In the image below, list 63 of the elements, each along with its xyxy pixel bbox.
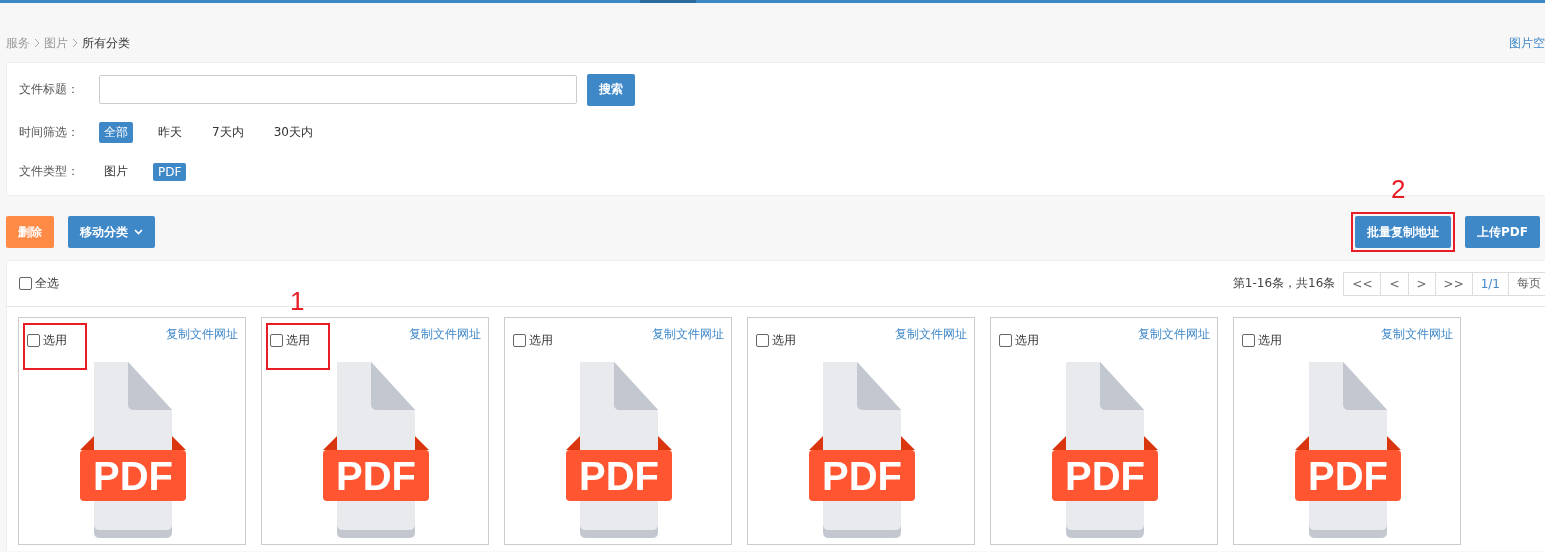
pagination-button[interactable]: >> [1434, 271, 1472, 296]
toolbar-button[interactable]: 批量复制地址 [1355, 216, 1452, 248]
header-link[interactable]: 图片空 [1509, 34, 1545, 52]
breadcrumb-item: 所有分类 [82, 34, 130, 52]
file-type-label: PDF [336, 454, 416, 498]
page-indicator[interactable]: 1/1 [1471, 271, 1508, 296]
file-type-label: PDF [1065, 454, 1145, 498]
title-input-field[interactable] [99, 75, 577, 104]
breadcrumb-item[interactable]: 图片 [44, 34, 68, 52]
checkbox[interactable] [27, 333, 40, 347]
pagination-button[interactable]: << [1343, 271, 1381, 296]
filter-option[interactable]: 30天内 [268, 122, 318, 143]
annotation-number: 1 [290, 288, 305, 314]
copy-link[interactable]: 复制文件网址 [895, 326, 967, 360]
copy-link[interactable]: 复制文件网址 [166, 326, 238, 360]
chevron-icon [34, 38, 40, 48]
per-page-selector[interactable]: 每页 [1508, 271, 1545, 296]
document-icon [809, 362, 915, 538]
breadcrumb-item[interactable]: 服务 [6, 34, 30, 52]
document-icon [80, 362, 186, 538]
search-button[interactable]: 搜索 [587, 73, 635, 106]
checkbox-label: 选用 [1258, 331, 1282, 349]
file-type-label: PDF [579, 454, 659, 498]
toolbar-button[interactable]: 移动分类 [68, 216, 155, 248]
filter-option[interactable]: 全部 [99, 122, 133, 143]
pagination-button[interactable]: < [1380, 271, 1408, 296]
filter-label: 文件类型： [19, 163, 80, 180]
copy-link[interactable]: 复制文件网址 [409, 326, 481, 360]
document-icon [1295, 362, 1401, 538]
checkbox[interactable] [999, 333, 1012, 347]
checkbox[interactable] [756, 333, 769, 347]
toolbar-button[interactable]: 上传PDF [1465, 216, 1540, 248]
field-label: 文件标题： [19, 81, 80, 98]
checkbox-label: 选用 [286, 331, 310, 349]
pagination-summary: 第1-16条，共16条 [1232, 275, 1336, 292]
filter-option[interactable]: 昨天 [153, 122, 187, 143]
checkbox[interactable] [513, 333, 526, 347]
checkbox[interactable] [1242, 333, 1255, 347]
checkbox-label: 选用 [772, 331, 796, 349]
document-icon [1052, 362, 1158, 538]
checkbox[interactable] [19, 277, 32, 290]
file-type-label: PDF [93, 454, 173, 498]
copy-link[interactable]: 复制文件网址 [1138, 326, 1210, 360]
checkbox-label: 选用 [43, 331, 67, 349]
copy-link[interactable]: 复制文件网址 [652, 326, 724, 360]
checkbox-label: 全选 [35, 275, 59, 292]
copy-link[interactable]: 复制文件网址 [1381, 326, 1453, 360]
filter-option[interactable]: PDF [153, 162, 187, 181]
chevron-icon [72, 38, 78, 48]
file-type-label: PDF [1308, 454, 1388, 498]
filter-label: 时间筛选： [19, 124, 80, 141]
filter-option[interactable]: 7天内 [207, 122, 249, 143]
file-type-label: PDF [822, 454, 902, 498]
checkbox[interactable] [270, 333, 283, 347]
checkbox-label: 选用 [529, 331, 553, 349]
filter-option[interactable]: 图片 [99, 161, 133, 182]
document-icon [323, 362, 429, 538]
checkbox-label: 选用 [1015, 331, 1039, 349]
toolbar-button[interactable]: 删除 [6, 216, 54, 248]
caret-icon [134, 229, 143, 235]
document-icon [566, 362, 672, 538]
pagination-button[interactable]: > [1407, 271, 1435, 296]
annotation-number: 2 [1391, 176, 1406, 202]
